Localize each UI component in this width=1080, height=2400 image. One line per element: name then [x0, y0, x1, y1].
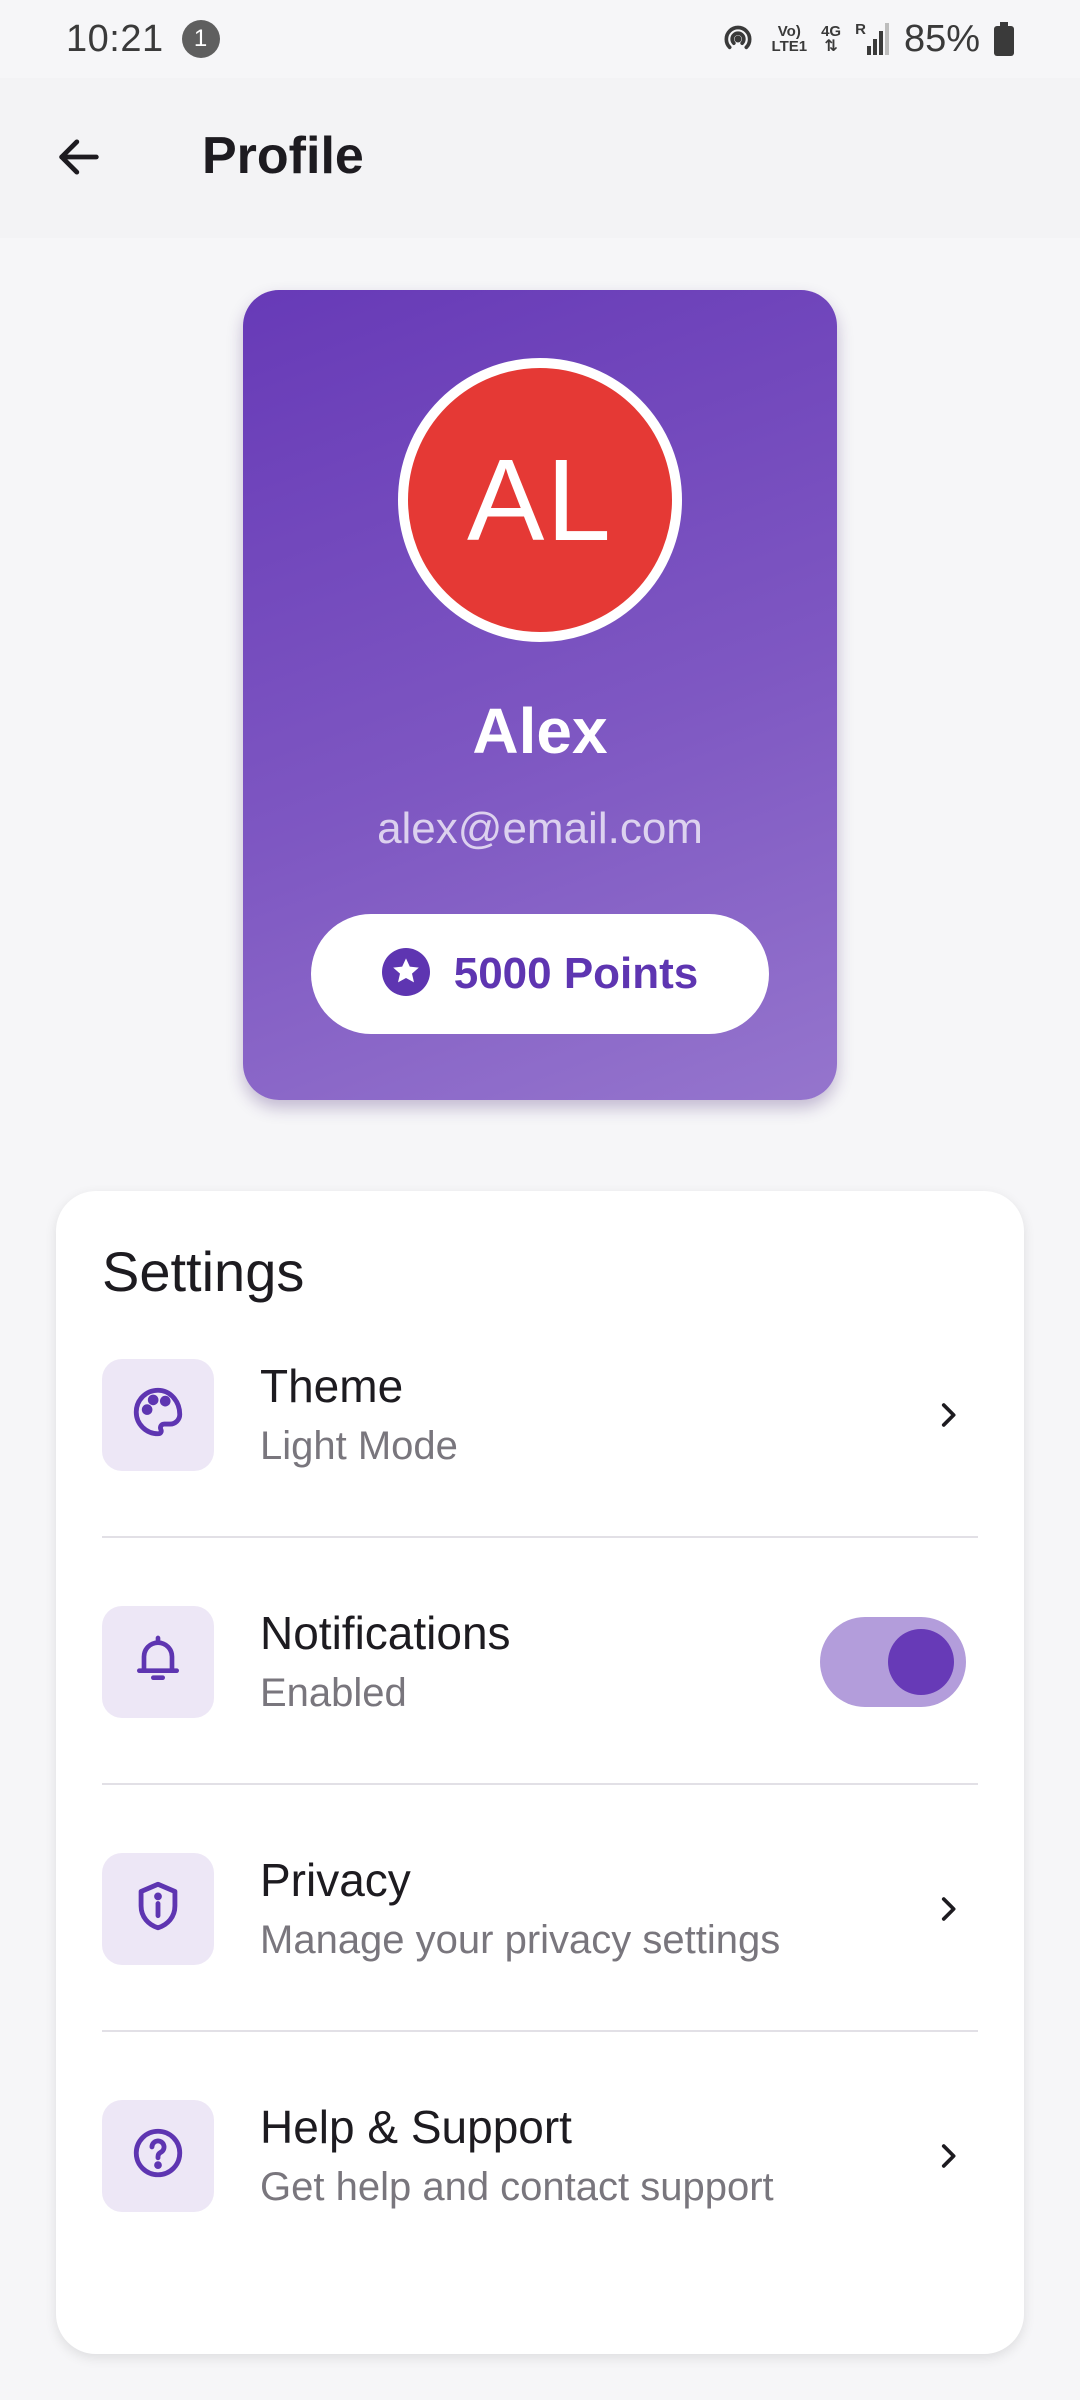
- palette-icon: [129, 1383, 187, 1446]
- bell-icon: [130, 1631, 186, 1692]
- theme-text: Theme Light Mode: [260, 1355, 458, 1475]
- volte-label-top: Vo): [777, 23, 801, 40]
- profile-name: Alex: [472, 695, 608, 767]
- notifications-title: Notifications: [260, 1606, 511, 1659]
- shield-info-icon: [129, 1877, 187, 1940]
- hotspot-icon: [718, 19, 758, 59]
- profile-card: AL Alex alex@email.com 5000 Points: [243, 290, 837, 1100]
- profile-screen: 10:21 1 Vo) LTE1 4G ⇅ R 85% Profile AL A…: [0, 0, 1080, 2400]
- privacy-title: Privacy: [260, 1853, 411, 1906]
- roaming-label: R: [855, 21, 866, 38]
- profile-email: alex@email.com: [377, 804, 703, 853]
- chevron-right-icon: [928, 1395, 968, 1435]
- privacy-text: Privacy Manage your privacy settings: [260, 1849, 780, 1969]
- setting-help-support[interactable]: Help & Support Get help and contact supp…: [102, 2032, 978, 2279]
- points-badge[interactable]: 5000 Points: [311, 914, 769, 1034]
- notification-count-badge: 1: [181, 20, 220, 58]
- volte-icon: Vo) LTE1: [772, 24, 808, 54]
- settings-card: Settings Theme Light Mode Notifications …: [56, 1191, 1024, 2354]
- battery-icon: [994, 22, 1014, 56]
- chevron-right-icon: [928, 1889, 968, 1929]
- theme-title: Theme: [260, 1359, 404, 1412]
- help-title: Help & Support: [260, 2100, 572, 2153]
- volte-label-bottom: LTE1: [771, 38, 808, 55]
- notifications-subtitle: Enabled: [260, 1670, 407, 1715]
- network-type-label: 4G: [821, 23, 842, 40]
- notifications-icon-tile: [102, 1605, 214, 1718]
- setting-theme[interactable]: Theme Light Mode: [102, 1291, 978, 1538]
- signal-icon: R: [855, 22, 890, 56]
- page-title: Profile: [202, 127, 364, 185]
- arrow-back-icon: [53, 131, 105, 188]
- status-time: 10:21: [66, 17, 164, 60]
- chevron-right-icon: [928, 2136, 968, 2176]
- points-label: 5000 Points: [453, 949, 699, 998]
- status-bar: 10:21 1 Vo) LTE1 4G ⇅ R 85%: [0, 0, 1080, 78]
- help-circle-icon: [129, 2124, 187, 2187]
- status-icons: Vo) LTE1 4G ⇅ R 85%: [718, 18, 1014, 61]
- app-bar: Profile: [0, 78, 1080, 238]
- privacy-subtitle: Manage your privacy settings: [260, 1917, 781, 1962]
- setting-notifications: Notifications Enabled: [102, 1538, 978, 1785]
- privacy-icon-tile: [102, 1852, 214, 1965]
- notifications-text: Notifications Enabled: [260, 1602, 511, 1722]
- avatar[interactable]: AL: [398, 358, 682, 642]
- help-subtitle: Get help and contact support: [260, 2164, 774, 2209]
- data-4g-icon: 4G ⇅: [821, 23, 842, 55]
- theme-icon-tile: [102, 1358, 214, 1471]
- notifications-toggle[interactable]: [820, 1616, 966, 1707]
- toggle-knob: [888, 1628, 954, 1695]
- help-text: Help & Support Get help and contact supp…: [260, 2096, 774, 2216]
- help-icon-tile: [102, 2099, 214, 2212]
- theme-subtitle: Light Mode: [260, 1423, 458, 1468]
- setting-privacy[interactable]: Privacy Manage your privacy settings: [102, 1785, 978, 2032]
- star-icon: [381, 947, 430, 1001]
- battery-percentage: 85%: [903, 17, 980, 60]
- back-button[interactable]: [44, 124, 114, 194]
